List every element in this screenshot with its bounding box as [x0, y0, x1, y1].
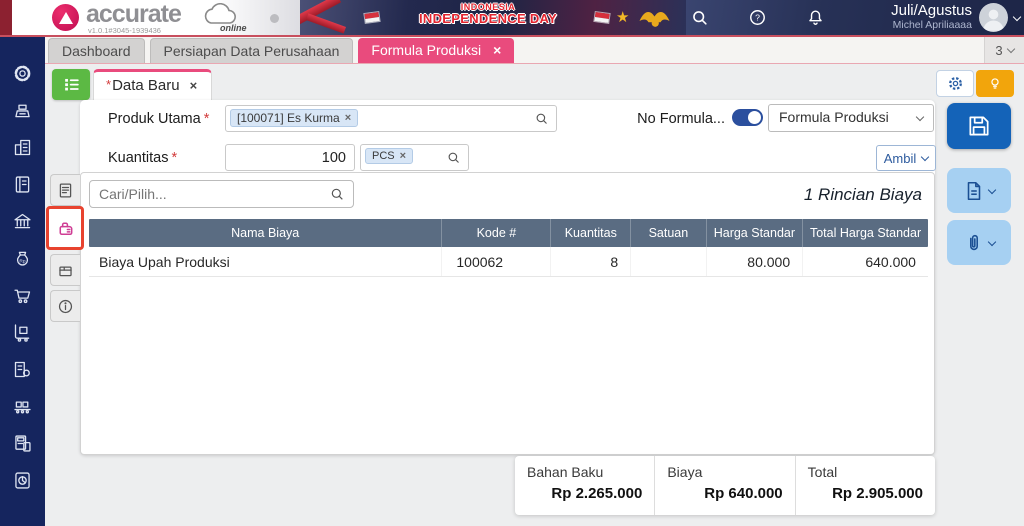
ribbon-decoration: [306, 13, 346, 34]
summary-total: Total Rp 2.905.000: [794, 456, 935, 515]
satuan-chip: PCS ×: [365, 148, 414, 164]
svg-text:Rp: Rp: [19, 258, 25, 264]
unsaved-marker: *: [106, 77, 112, 92]
produk-utama-label: Produk Utama *: [108, 111, 210, 127]
corner-decoration: [0, 0, 12, 35]
detail-table-header: Nama Biaya Kode # Kuantitas Satuan Harga…: [89, 219, 928, 247]
sidebar-tax-icon[interactable]: [12, 433, 33, 454]
column-header: Nama Biaya: [231, 226, 300, 240]
chevron-down-icon: [915, 112, 925, 122]
sidebar-inventory-icon[interactable]: [12, 322, 33, 343]
required-marker: *: [203, 111, 210, 127]
side-tab-note[interactable]: [50, 174, 80, 206]
app-version: v1.0.1#3045-1939436: [88, 26, 161, 35]
chevron-down-icon: [921, 152, 930, 161]
no-formula-toggle[interactable]: [732, 109, 763, 126]
detail-search-input[interactable]: [89, 180, 354, 208]
side-tab-cost[interactable]: [46, 206, 84, 250]
chevron-down-icon: [1006, 44, 1015, 53]
app-window: accurate v1.0.1#3045-1939436 online INDO…: [0, 0, 1024, 526]
search-icon[interactable]: [690, 8, 709, 27]
search-icon[interactable]: [329, 186, 345, 202]
sidebar-settings-icon[interactable]: [12, 63, 33, 84]
summary-biaya: Biaya Rp 640.000: [654, 456, 794, 515]
kuantitas-label: Kuantitas *: [108, 150, 178, 166]
column-header: Satuan: [630, 219, 706, 247]
satuan-field[interactable]: PCS ×: [360, 144, 469, 171]
indonesia-flag-icon: [593, 10, 611, 25]
column-header: Kuantitas: [550, 219, 630, 247]
tab-persiapan-data-perusahaan[interactable]: Persiapan Data Perusahaan: [149, 38, 354, 63]
chevron-down-icon: [987, 237, 997, 246]
summary-bahan-baku: Bahan Baku Rp 2.265.000: [527, 464, 643, 502]
indonesia-flag-icon: [363, 10, 381, 25]
table-row[interactable]: Biaya Upah Produksi 100062 8 80.000 640.…: [89, 247, 928, 277]
column-header: Kode #: [441, 219, 550, 247]
star-icon: ★: [616, 9, 630, 26]
user-menu[interactable]: Juli/Agustus Michel Apriliaaaa: [891, 2, 972, 31]
workspace: *Data Baru × Produk Utama * [100071] Es Ku…: [45, 64, 1024, 526]
sidebar-journal-icon[interactable]: [12, 174, 33, 195]
period-label: Juli/Agustus: [891, 2, 972, 19]
tab-dashboard[interactable]: Dashboard: [48, 38, 145, 63]
sidebar-manufacture-icon[interactable]: [12, 396, 33, 417]
form-settings-button[interactable]: [936, 70, 974, 97]
help-icon[interactable]: ?: [748, 8, 767, 27]
accurate-logo-icon: [52, 4, 79, 31]
sidebar-company-icon[interactable]: [12, 137, 33, 158]
no-formula-label: No Formula...: [637, 111, 725, 127]
chevron-down-icon: [987, 185, 997, 194]
sidebar-report-icon[interactable]: [12, 470, 33, 491]
sidebar-cash-register-icon[interactable]: [12, 100, 33, 121]
username-label: Michel Apriliaaaa: [892, 19, 972, 31]
brand-name: accurate: [86, 0, 182, 28]
side-tab-package[interactable]: [50, 254, 80, 286]
detail-counter: 1 Rincian Biaya: [803, 185, 922, 204]
tab-data-baru[interactable]: *Data Baru ×: [93, 69, 213, 100]
close-icon[interactable]: ×: [493, 42, 501, 58]
required-marker: *: [171, 150, 178, 166]
bell-icon[interactable]: [806, 8, 825, 27]
lookup-icon[interactable]: [534, 111, 549, 126]
window-tabbar: Dashboard Persiapan Data Perusahaan Form…: [45, 37, 1024, 64]
tab-formula-produksi[interactable]: Formula Produksi ×: [358, 38, 515, 63]
attachment-button[interactable]: [947, 220, 1011, 265]
rincian-biaya-panel: 1 Rincian Biaya Nama Biaya Kode # Kuanti…: [80, 172, 935, 455]
chip-close-icon[interactable]: ×: [400, 150, 406, 162]
sidebar-asset-icon[interactable]: [12, 359, 33, 380]
chevron-down-icon[interactable]: [1012, 12, 1022, 22]
user-zone: ? Juli/Agustus Michel Apriliaaaa: [686, 0, 1024, 35]
lookup-icon[interactable]: [446, 150, 461, 165]
garuda-emblem-icon: [639, 11, 670, 27]
kuantitas-input[interactable]: [225, 144, 355, 171]
tab-overflow-button[interactable]: 3: [984, 37, 1024, 63]
banner-text: INDONESIA INDEPENDENCE DAY: [419, 2, 557, 27]
logo-zone: accurate v1.0.1#3045-1939436 online: [12, 0, 300, 35]
sidebar-bank-icon[interactable]: [12, 211, 33, 232]
sidebar-sales-icon[interactable]: Rp: [12, 248, 33, 269]
hint-lightbulb-button[interactable]: [976, 70, 1014, 97]
column-header: Harga Standar: [705, 219, 802, 247]
dot-decoration: [270, 14, 279, 23]
document-actions-button[interactable]: [947, 168, 1011, 213]
record-list-button[interactable]: [52, 69, 90, 100]
save-button[interactable]: [947, 103, 1011, 149]
independence-day-banner: INDONESIA INDEPENDENCE DAY ★: [300, 0, 686, 35]
close-icon[interactable]: ×: [190, 78, 198, 93]
produk-chip: [100071] Es Kurma ×: [230, 109, 359, 127]
top-header: accurate v1.0.1#3045-1939436 online INDO…: [0, 0, 1024, 37]
module-sidebar: Rp: [0, 37, 45, 526]
summary-bar: Bahan Baku Rp 2.265.000 Biaya Rp 640.000…: [515, 456, 935, 515]
chip-close-icon[interactable]: ×: [345, 112, 351, 124]
produk-utama-field[interactable]: [100071] Es Kurma ×: [225, 105, 557, 132]
svg-text:?: ?: [755, 13, 760, 23]
column-header: Total Harga Standar: [802, 219, 928, 247]
online-label: online: [220, 23, 247, 33]
sidebar-purchase-icon[interactable]: [12, 285, 33, 306]
avatar[interactable]: [979, 3, 1008, 32]
side-tab-info[interactable]: [50, 290, 80, 322]
ambil-button[interactable]: Ambil: [876, 145, 936, 171]
formula-type-select[interactable]: Formula Produksi: [768, 104, 934, 132]
formula-form-card: Produk Utama * [100071] Es Kurma × No Form…: [80, 100, 936, 455]
